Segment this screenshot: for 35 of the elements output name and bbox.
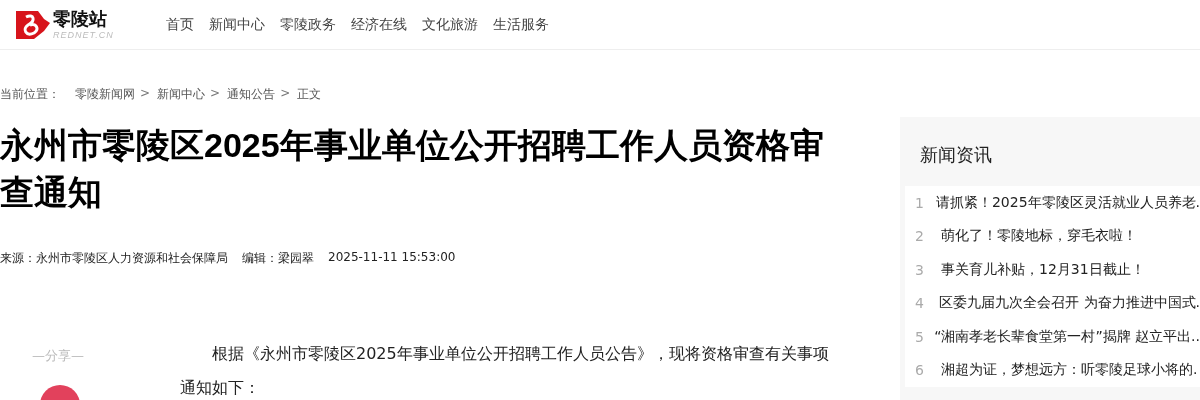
- article-time: 2025-11-11 15:53:00: [328, 250, 456, 266]
- breadcrumb-link[interactable]: 新闻中心: [157, 86, 206, 103]
- news-link[interactable]: 萌化了！零陵地标，穿毛衣啦！: [941, 227, 1137, 246]
- nav-link[interactable]: 生活服务: [492, 15, 549, 34]
- nav-link[interactable]: 文化旅游: [421, 15, 478, 34]
- rank-number: 6: [914, 362, 925, 379]
- share-label: —分享—: [32, 347, 84, 365]
- news-link[interactable]: 请抓紧！2025年零陵区灵活就业人员养老.: [935, 193, 1200, 212]
- rank-number: 3: [914, 261, 925, 278]
- site-name: 零陵站: [53, 9, 108, 28]
- rank-number: 2: [914, 228, 925, 245]
- breadcrumb-separator: >: [140, 86, 151, 102]
- news-link[interactable]: 湘超为证，梦想远方：听零陵足球小将的.: [941, 361, 1198, 380]
- rank-number: 4: [914, 295, 925, 312]
- logo-icon: [14, 8, 50, 41]
- nav-link[interactable]: 新闻中心: [208, 15, 265, 34]
- sidebar-title: 新闻资讯: [919, 143, 993, 167]
- rank-number: 1: [914, 194, 925, 211]
- breadcrumb-label: 当前位置：: [0, 86, 60, 103]
- nav-link[interactable]: 零陵政务: [279, 15, 336, 34]
- article-editor: 编辑：梁园翠: [242, 250, 314, 267]
- breadcrumb-separator: >: [280, 86, 291, 102]
- rank-number: 5: [914, 328, 925, 345]
- breadcrumb-link[interactable]: 正文: [297, 86, 322, 103]
- news-link[interactable]: 区委九届九次全会召开 为奋力推进中国式.: [939, 294, 1200, 313]
- nav-link[interactable]: 经济在线: [350, 15, 407, 34]
- breadcrumb-link[interactable]: 零陵新闻网: [75, 86, 135, 103]
- news-link[interactable]: “湘南孝老长辈食堂第一村”揭牌 赵立平出..: [934, 327, 1200, 346]
- nav-link[interactable]: 首页: [165, 15, 194, 34]
- article-paragraph: 根据《永州市零陵区2025年事业单位公开招聘工作人员公告》，现将资格审查有关事项通知如下：: [180, 343, 830, 399]
- news-link[interactable]: 事关育儿补贴，12月31日截止！: [941, 260, 1145, 279]
- breadcrumb-link[interactable]: 通知公告: [227, 86, 276, 103]
- article-source: 来源：永州市零陵区人力资源和社会保障局: [0, 250, 228, 267]
- breadcrumb-separator: >: [210, 86, 221, 102]
- site-domain: REDNET.CN: [53, 30, 114, 40]
